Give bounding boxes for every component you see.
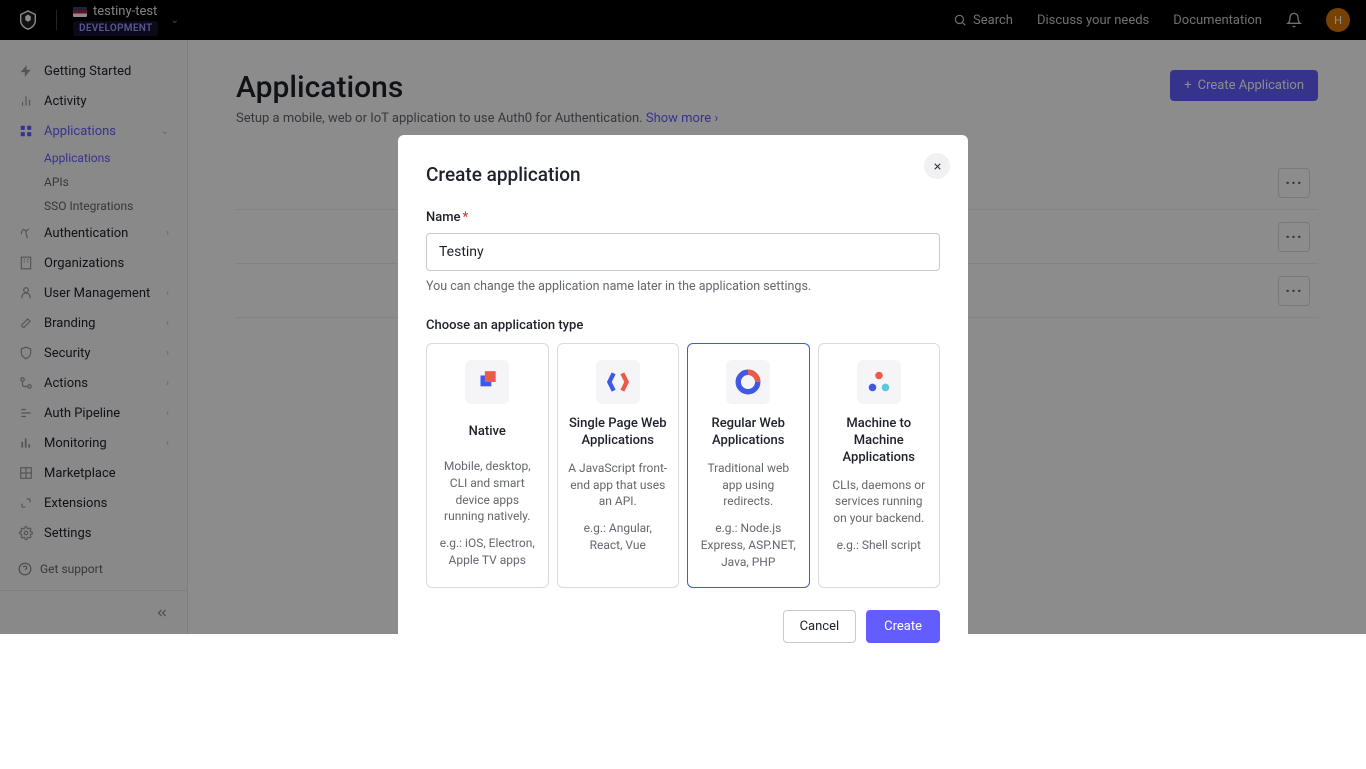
app-type-machine-to-machine-applications[interactable]: Machine to Machine Applications CLIs, dae… [818, 343, 941, 588]
app-type-desc: A JavaScript front-end app that uses an … [568, 460, 669, 510]
create-button[interactable]: Create [866, 610, 940, 643]
app-type-icon [465, 360, 509, 404]
app-type-title: Single Page Web Applications [568, 416, 669, 450]
app-type-example: e.g.: Node.js Express, ASP.NET, Java, PH… [698, 520, 799, 570]
app-type-icon [857, 360, 901, 404]
create-application-modal: Create application Name* You can change … [398, 135, 968, 671]
app-type-desc: CLIs, daemons or services running on you… [829, 477, 930, 527]
app-type-example: e.g.: iOS, Electron, Apple TV apps [437, 535, 538, 569]
app-type-icon [726, 360, 770, 404]
app-type-single-page-web-applications[interactable]: Single Page Web Applications A JavaScript… [557, 343, 680, 588]
app-type-desc: Traditional web app using redirects. [698, 460, 799, 510]
app-type-icon [596, 360, 640, 404]
app-type-example: e.g.: Angular, React, Vue [568, 520, 669, 554]
application-type-grid: Native Mobile, desktop, CLI and smart dev… [426, 343, 940, 588]
cancel-button[interactable]: Cancel [783, 610, 857, 643]
name-label: Name* [426, 210, 940, 225]
app-type-title: Machine to Machine Applications [829, 416, 930, 467]
app-type-native[interactable]: Native Mobile, desktop, CLI and smart dev… [426, 343, 549, 588]
app-type-example: e.g.: Shell script [837, 537, 921, 554]
app-type-title: Native [469, 416, 506, 448]
close-button[interactable] [924, 153, 950, 179]
name-input[interactable] [426, 233, 940, 271]
name-help-text: You can change the application name late… [426, 279, 940, 294]
close-icon [932, 161, 943, 172]
modal-title: Create application [426, 163, 940, 186]
app-type-regular-web-applications[interactable]: Regular Web Applications Traditional web … [687, 343, 810, 588]
type-label: Choose an application type [426, 318, 940, 333]
app-type-title: Regular Web Applications [698, 416, 799, 450]
app-type-desc: Mobile, desktop, CLI and smart device ap… [437, 458, 538, 525]
